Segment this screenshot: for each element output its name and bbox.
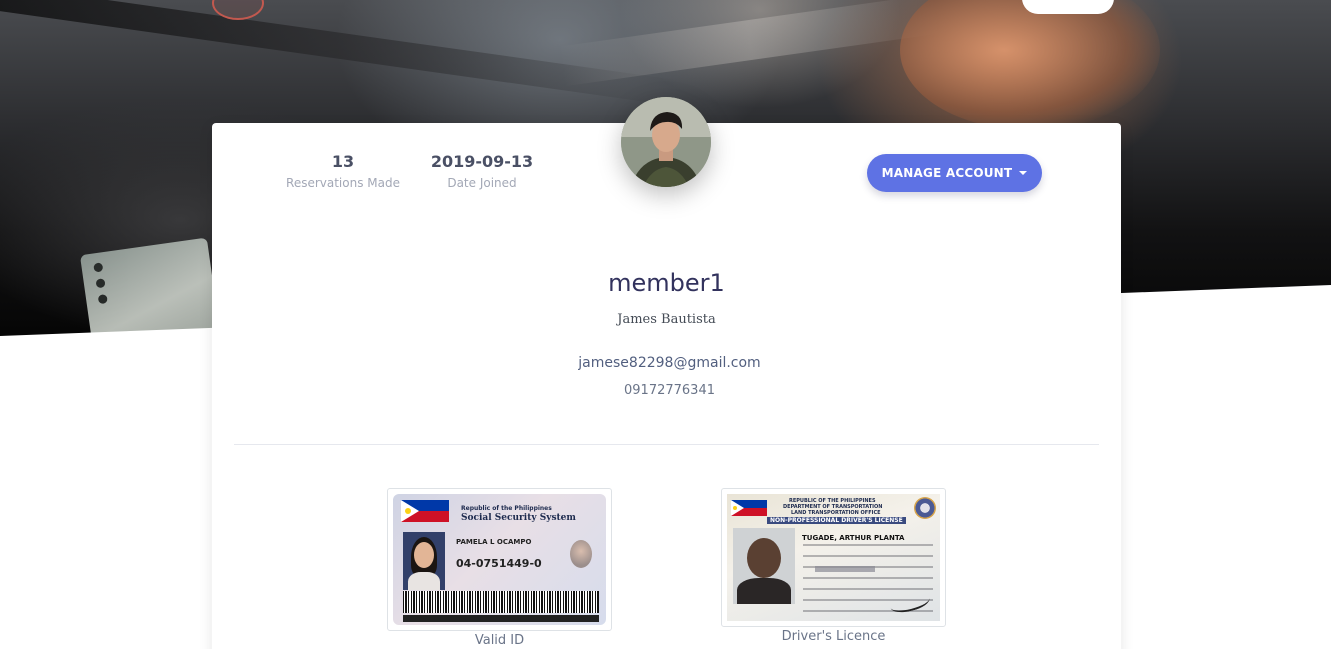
nav-button[interactable] — [1022, 0, 1114, 14]
licence-photo — [733, 528, 795, 604]
licence-holder: TUGADE, ARTHUR PLANTA — [802, 534, 905, 542]
valid-id-image[interactable]: Republic of the Philippines Social Secur… — [387, 488, 612, 631]
sss-card-number: 04-0751449-0 — [456, 557, 542, 570]
stat-reservations-value: 13 — [331, 152, 355, 171]
licence-line-3: LAND TRANSPORTATION OFFICE — [791, 510, 881, 516]
licence-type: NON-PROFESSIONAL DRIVER'S LICENSE — [767, 517, 906, 524]
sss-card-holder: PAMELA L OCAMPO — [456, 538, 532, 546]
stat-date-joined: 2019-09-13 Date Joined — [422, 152, 542, 191]
avatar-photo — [621, 97, 711, 187]
valid-id-caption: Valid ID — [474, 633, 525, 648]
stat-date-joined-label: Date Joined — [447, 176, 517, 190]
drivers-licence-image[interactable]: REPUBLIC OF THE PHILIPPINES DEPARTMENT O… — [721, 488, 946, 627]
profile-username: member1 — [608, 269, 725, 297]
lto-seal-icon — [914, 497, 936, 519]
profile-full-name: James Bautista — [617, 312, 716, 327]
id-photo — [403, 532, 445, 590]
profile-phone: 09172776341 — [624, 383, 715, 398]
manage-account-button[interactable]: MANAGE ACCOUNT — [867, 154, 1042, 192]
section-divider — [234, 444, 1099, 445]
id-ghost-photo — [570, 540, 592, 568]
stat-reservations-label: Reservations Made — [286, 176, 400, 190]
sss-header-title: Social Security System — [461, 513, 576, 523]
sss-card: Republic of the Philippines Social Secur… — [393, 494, 606, 625]
caret-down-icon — [1019, 171, 1028, 175]
stat-reservations: 13 Reservations Made — [276, 152, 410, 191]
drivers-licence-card: REPUBLIC OF THE PHILIPPINES DEPARTMENT O… — [727, 494, 940, 621]
drivers-licence-caption: Driver's Licence — [781, 629, 886, 644]
sss-header-small: Republic of the Philippines — [461, 505, 552, 512]
profile-email: jamese82298@gmail.com — [578, 355, 761, 371]
stat-date-joined-value: 2019-09-13 — [430, 152, 534, 171]
profile-page: 13 Reservations Made 2019-09-13 Date Joi… — [0, 0, 1331, 649]
philippine-flag-icon — [731, 500, 767, 516]
philippine-flag-icon — [401, 500, 449, 522]
barcode — [403, 591, 599, 613]
manage-account-label: MANAGE ACCOUNT — [881, 166, 1013, 180]
avatar — [621, 97, 711, 187]
